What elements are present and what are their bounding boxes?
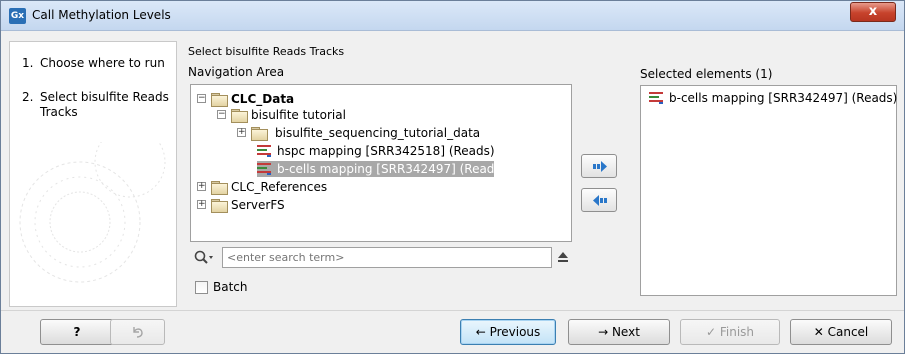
expand-icon[interactable]: + [197,182,206,191]
decorative-swirl-icon [19,142,166,283]
server-folder-icon [211,199,228,213]
expand-icon[interactable]: + [237,128,246,137]
batch-checkbox[interactable] [195,281,208,294]
tree-node-tutorial-data[interactable]: + bisulfite_sequencing_tutorial_data [237,125,557,141]
navigation-area-label: Navigation Area [188,65,285,79]
arrow-right-icon: → [598,325,609,339]
tree-node-clc-references[interactable]: + CLC_References [197,179,557,195]
tree-node-label: hspc mapping [SRR342518] (Reads) [277,144,495,158]
selected-elements-label: Selected elements (1) [640,67,773,81]
tree-node-clc-data[interactable]: − CLC_Data [197,91,557,107]
next-label: Next [611,325,640,339]
close-button[interactable]: x [850,2,896,22]
list-item-label: b-cells mapping [SRR342497] (Reads) [669,91,898,105]
cancel-button[interactable]: ✕ Cancel [790,319,892,345]
reset-icon [132,327,143,338]
tree-node-label: CLC_Data [231,92,295,106]
finish-label: Finish [719,325,755,339]
tree-node-serverfs[interactable]: + ServerFS [197,197,557,213]
window-title: Call Methylation Levels [32,8,171,22]
x-icon: ✕ [813,325,824,339]
tree-node-label: b-cells mapping [SRR342497] (Reads) [277,162,506,176]
collapse-icon[interactable]: − [217,110,226,119]
help-button[interactable]: ? [40,319,114,345]
dialog-window: Gx Call Methylation Levels x 1. Choose w… [0,0,905,354]
search-input[interactable] [222,247,552,268]
reset-button[interactable] [110,319,165,345]
tree-node-hspc-mapping[interactable]: hspc mapping [SRR342518] (Reads) [257,143,557,159]
search-icon[interactable] [194,250,214,266]
folder-icon [211,181,228,195]
list-item[interactable]: b-cells mapping [SRR342497] (Reads) [649,90,898,106]
batch-label: Batch [213,280,248,294]
next-button[interactable]: → Next [568,319,670,345]
remove-from-selection-button[interactable] [581,188,617,212]
tree-node-bcells-mapping[interactable]: b-cells mapping [SRR342497] (Reads) [257,161,505,177]
step-number: 1. [22,56,34,70]
tree-node-label: bisulfite tutorial [251,108,346,122]
wizard-steps-panel: 1. Choose where to run 2. Select bisulfi… [9,41,177,307]
add-to-selection-button[interactable] [581,154,617,178]
tree-node-label: CLC_References [231,180,328,194]
reads-track-icon [649,92,665,104]
tree-node-label: ServerFS [231,198,285,212]
button-bar: ? ← Previous → Next ✓ Finish ✕ Cancel [1,310,904,353]
tree-node-label: bisulfite_sequencing_tutorial_data [275,126,481,140]
collapse-icon[interactable]: − [197,94,206,103]
reads-track-icon [257,163,273,175]
arrow-left-icon [593,195,607,206]
clear-search-icon[interactable] [557,251,569,263]
page-heading: Select bisulfite Reads Tracks [188,45,345,58]
arrow-left-icon: ← [475,325,486,339]
search-bar [194,247,572,269]
app-icon: Gx [9,8,26,24]
cancel-label: Cancel [827,325,869,339]
title-bar[interactable]: Gx Call Methylation Levels x [1,1,904,31]
tree-node-bisulfite-tutorial[interactable]: − bisulfite tutorial [217,107,557,123]
finish-button[interactable]: ✓ Finish [680,319,780,345]
folder-icon [251,127,268,141]
expand-icon[interactable]: + [197,200,206,209]
folder-icon [211,93,228,107]
checkmark-icon: ✓ [705,325,717,339]
step-number: 2. [22,90,34,104]
arrow-right-icon [593,161,607,172]
previous-button[interactable]: ← Previous [460,319,556,345]
navigation-tree[interactable]: − CLC_Data − bisulfite tutorial + bisulf… [190,84,572,242]
open-folder-icon [231,109,248,123]
previous-label: Previous [489,325,541,339]
step-label: Choose where to run [40,56,165,70]
step-label: Select bisulfite Reads Tracks [40,90,169,119]
reads-track-icon [257,145,273,157]
selected-elements-list[interactable]: b-cells mapping [SRR342497] (Reads) [640,85,897,296]
